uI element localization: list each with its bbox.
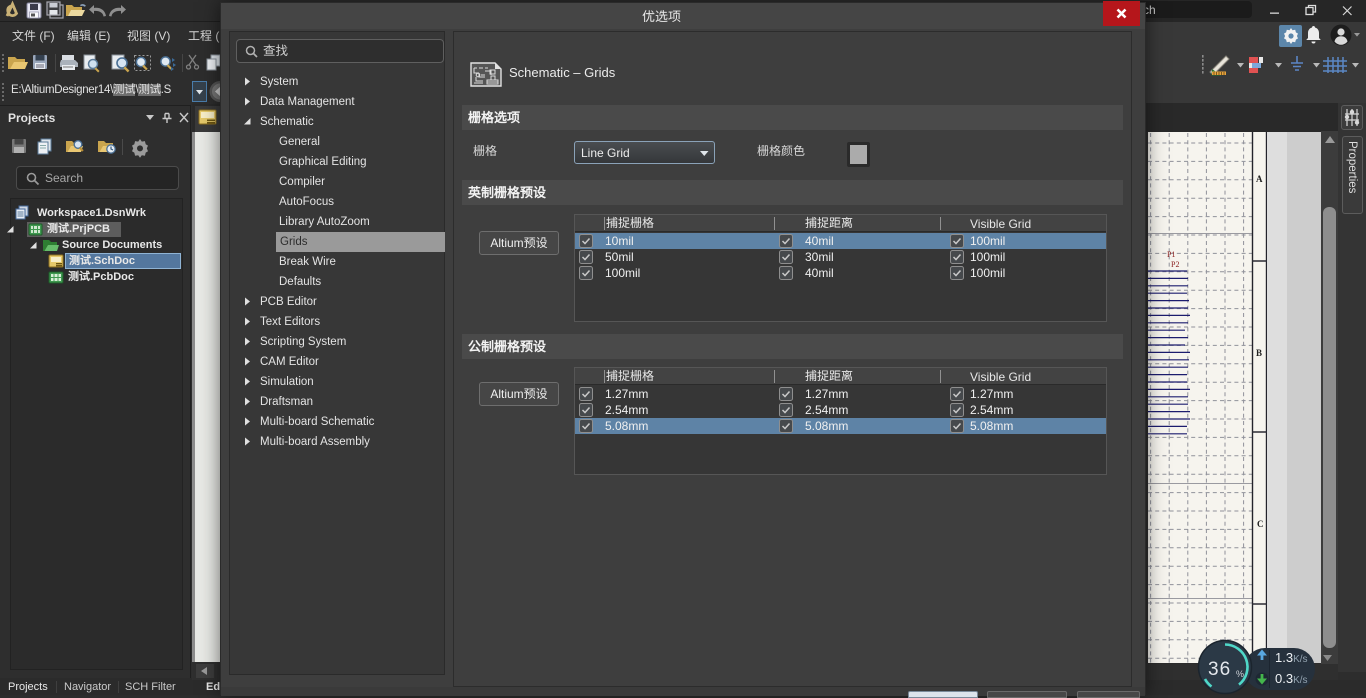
svg-text:36: 36 (1208, 659, 1231, 680)
svg-text:P2: P2 (1171, 260, 1179, 269)
svg-text:0.3K/s: 0.3K/s (1275, 671, 1308, 686)
svg-text:C: C (1257, 519, 1264, 529)
svg-text:1.3K/s: 1.3K/s (1275, 650, 1308, 665)
svg-text:P1: P1 (1167, 250, 1175, 259)
svg-text:B: B (1256, 348, 1262, 358)
svg-text:A: A (1256, 174, 1263, 184)
svg-text:%: % (1236, 669, 1244, 679)
